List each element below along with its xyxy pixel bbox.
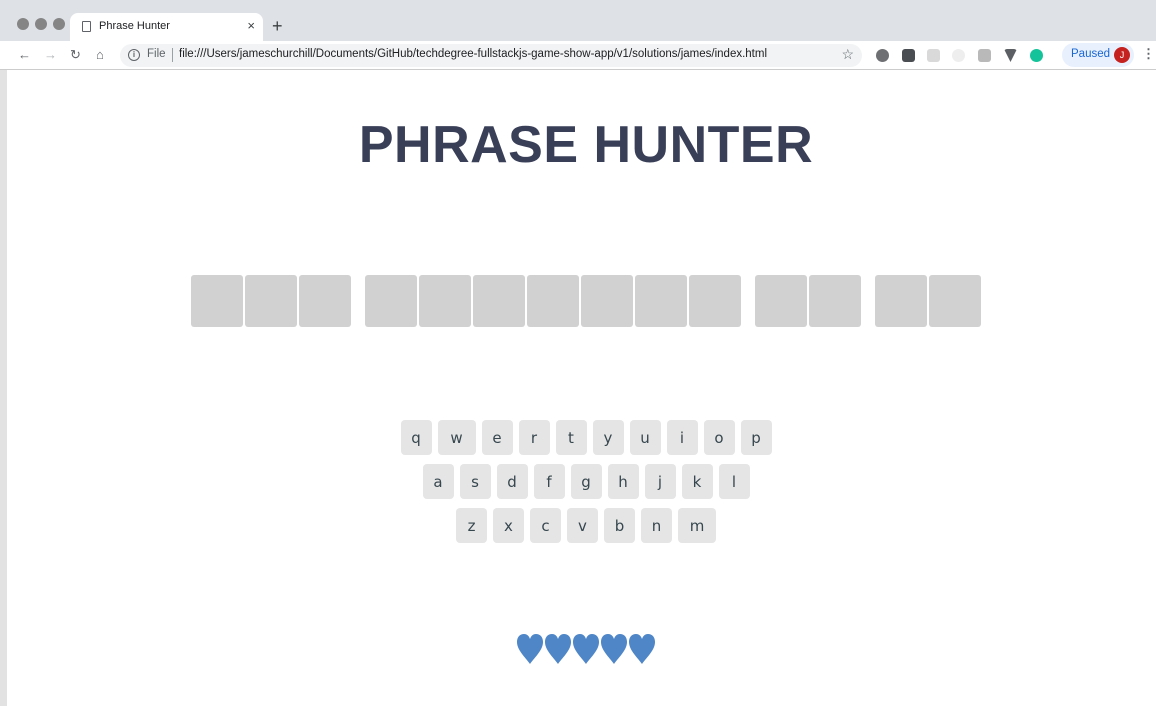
back-icon[interactable]: ←	[18, 47, 31, 62]
phrase-word	[755, 275, 861, 327]
browser-chrome: Phrase Hunter × + ← → ↻ ⌂ i File file://…	[0, 0, 1156, 70]
profile-button[interactable]: Paused J	[1062, 43, 1134, 67]
key-m[interactable]: m	[678, 508, 716, 543]
hidden-letter-box	[635, 275, 687, 327]
window-edge	[0, 70, 7, 706]
key-d[interactable]: d	[496, 464, 528, 499]
key-c[interactable]: c	[530, 508, 561, 543]
page-title: PHRASE HUNTER	[358, 116, 814, 174]
close-window-button[interactable]	[17, 18, 29, 30]
key-q[interactable]: q	[400, 420, 432, 455]
hidden-letter-box	[929, 275, 981, 327]
profile-status: Paused	[1071, 48, 1111, 60]
key-p[interactable]: p	[740, 420, 772, 455]
key-j[interactable]: j	[644, 464, 676, 499]
onscreen-keyboard: qwertyuiop asdfghjkl zxcvbnm	[0, 420, 1156, 552]
hidden-letter-box	[755, 275, 807, 327]
window-controls	[17, 18, 65, 30]
phrase-word	[365, 275, 741, 327]
url-text[interactable]: file:///Users/jameschurchill/Documents/G…	[179, 48, 767, 60]
menu-dots-icon[interactable]: ⋮	[1142, 46, 1155, 62]
address-bar[interactable]: i File file:///Users/jameschurchill/Docu…	[120, 44, 862, 67]
browser-tab[interactable]: Phrase Hunter ×	[70, 13, 263, 41]
hidden-letter-box	[299, 275, 351, 327]
hidden-letter-box	[245, 275, 297, 327]
lives-scoreboard	[0, 633, 1156, 665]
key-n[interactable]: n	[641, 508, 672, 543]
key-k[interactable]: k	[681, 464, 713, 499]
heart-icon	[516, 633, 544, 665]
hidden-letter-box	[875, 275, 927, 327]
tab-close-icon[interactable]: ×	[247, 18, 255, 33]
new-tab-button[interactable]: +	[272, 14, 283, 38]
extension-icon[interactable]	[978, 49, 991, 62]
key-b[interactable]: b	[604, 508, 635, 543]
key-e[interactable]: e	[481, 420, 513, 455]
bookmark-star-icon[interactable]: ☆	[841, 46, 854, 63]
key-w[interactable]: w	[437, 420, 476, 455]
key-g[interactable]: g	[570, 464, 602, 499]
key-o[interactable]: o	[703, 420, 735, 455]
key-l[interactable]: l	[718, 464, 750, 499]
phrase-board	[191, 275, 995, 327]
hidden-letter-box	[419, 275, 471, 327]
keyboard-row: zxcvbnm	[0, 508, 1156, 543]
key-h[interactable]: h	[607, 464, 639, 499]
key-i[interactable]: i	[666, 420, 698, 455]
hidden-letter-box	[581, 275, 633, 327]
key-x[interactable]: x	[493, 508, 524, 543]
key-z[interactable]: z	[456, 508, 487, 543]
extension-icon[interactable]	[927, 49, 940, 62]
file-label: File	[147, 48, 166, 60]
keyboard-row: qwertyuiop	[0, 420, 1156, 455]
hidden-letter-box	[473, 275, 525, 327]
hidden-letter-box	[527, 275, 579, 327]
reload-icon[interactable]: ↻	[70, 47, 81, 63]
info-icon[interactable]: i	[128, 49, 140, 61]
extension-icon[interactable]	[876, 49, 889, 62]
heart-icon	[628, 633, 656, 665]
key-v[interactable]: v	[567, 508, 598, 543]
page-content: PHRASE HUNTER qwertyuiop asdfghjkl zxcvbnm	[0, 70, 1156, 706]
key-a[interactable]: a	[422, 464, 454, 499]
hidden-letter-box	[689, 275, 741, 327]
heart-icon	[544, 633, 572, 665]
hidden-letter-box	[365, 275, 417, 327]
key-s[interactable]: s	[459, 464, 491, 499]
key-f[interactable]: f	[533, 464, 565, 499]
avatar: J	[1114, 47, 1130, 63]
key-r[interactable]: r	[518, 420, 550, 455]
browser-toolbar: ← → ↻ ⌂ i File file:///Users/jameschurch…	[0, 41, 1156, 70]
key-y[interactable]: y	[592, 420, 624, 455]
page-icon	[82, 21, 91, 32]
grammarly-extension-icon[interactable]	[1030, 49, 1043, 62]
phrase-word	[875, 275, 981, 327]
hidden-letter-box	[191, 275, 243, 327]
phrase-word	[191, 275, 351, 327]
home-icon[interactable]: ⌂	[96, 47, 104, 62]
key-u[interactable]: u	[629, 420, 661, 455]
extension-icon[interactable]	[952, 49, 965, 62]
omnibox-divider	[172, 48, 173, 62]
forward-icon[interactable]: →	[44, 47, 57, 62]
keyboard-row: asdfghjkl	[0, 464, 1156, 499]
heart-icon	[600, 633, 628, 665]
tab-title: Phrase Hunter	[99, 20, 170, 32]
vue-extension-icon[interactable]	[1004, 49, 1017, 62]
mail-extension-icon[interactable]	[902, 49, 915, 62]
heart-icon	[572, 633, 600, 665]
key-t[interactable]: t	[555, 420, 587, 455]
minimize-window-button[interactable]	[35, 18, 47, 30]
hidden-letter-box	[809, 275, 861, 327]
maximize-window-button[interactable]	[53, 18, 65, 30]
